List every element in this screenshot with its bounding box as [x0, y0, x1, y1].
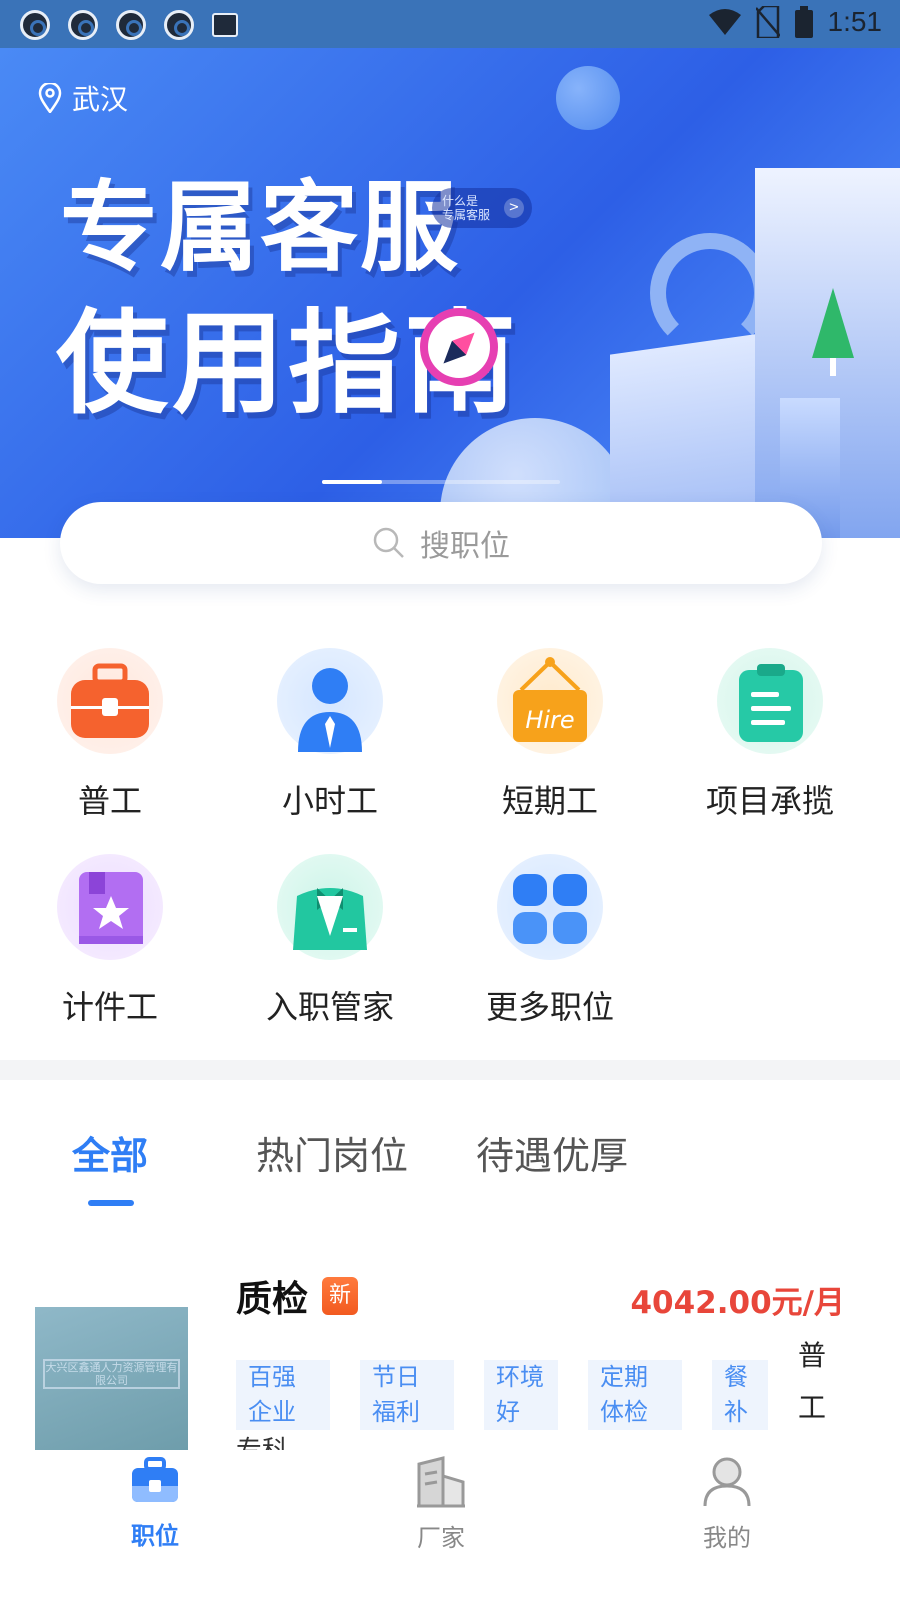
tab-all[interactable]: 全部 [72, 1125, 148, 1180]
search-icon [373, 527, 404, 558]
nav-label: 厂家 [417, 1524, 465, 1552]
category-label: 短期工 [501, 782, 598, 820]
tab-hot-positions[interactable]: 热门岗位 [256, 1125, 408, 1180]
banner-chip-text: 什么是 专属客服 [442, 194, 491, 222]
job-type: 普工 [798, 1339, 827, 1424]
nav-mine[interactable]: 我的 [667, 1456, 787, 1553]
job-tag: 环境好 [484, 1360, 558, 1430]
location-selector[interactable]: 武汉 [38, 78, 128, 118]
tab-good-benefits[interactable]: 待遇优厚 [476, 1125, 628, 1180]
nav-jobs[interactable]: 职位 [95, 1456, 215, 1551]
location-pin-icon [38, 83, 62, 113]
user-icon [703, 1457, 751, 1507]
clock: 1:51 [827, 6, 883, 37]
banner-title-line1: 专属客服 [60, 171, 461, 285]
briefcase-icon [132, 1457, 178, 1502]
category-label: 小时工 [281, 782, 378, 820]
app-notification-icon [164, 10, 194, 40]
app-notification-icon [20, 10, 50, 40]
no-sim-icon [755, 6, 780, 38]
section-divider [0, 1060, 900, 1080]
category-label: 更多职位 [485, 988, 614, 1026]
app-notification-icon [68, 10, 98, 40]
job-tag: 定期体检 [588, 1360, 682, 1430]
nav-label: 我的 [703, 1524, 751, 1552]
hire-sign-icon: Hire [513, 657, 587, 742]
company-logo: 大兴区鑫通人力资源管理有限公司 [35, 1307, 188, 1450]
job-tag: 餐补 [712, 1360, 768, 1430]
bottom-navigation: 职位 厂家 我的 [0, 1450, 900, 1600]
carousel-indicator [322, 480, 560, 484]
nav-factories[interactable]: 厂家 [381, 1456, 501, 1553]
job-tag: 节日福利 [360, 1360, 454, 1430]
promo-banner[interactable]: 武汉 专属客服 什么是 专属客服 > 使用指南 [0, 48, 900, 538]
wifi-icon [708, 9, 741, 35]
job-search-bar[interactable]: 搜职位 [60, 502, 822, 584]
category-short-term-worker[interactable]: Hire 短期工 [440, 648, 660, 822]
banner-info-chip[interactable]: 什么是 专属客服 > [432, 188, 532, 228]
compass-icon [420, 308, 498, 386]
grid-icon [513, 874, 587, 944]
svg-text:Hire: Hire [525, 706, 574, 734]
category-label: 普工 [77, 782, 142, 820]
category-label: 计件工 [61, 988, 158, 1026]
star-book-icon [79, 872, 143, 944]
battery-icon [794, 6, 813, 38]
new-badge: 新 [322, 1277, 358, 1315]
tree-icon [812, 288, 854, 376]
chevron-right-icon: > [504, 198, 524, 218]
butler-icon [293, 888, 367, 950]
category-general-worker[interactable]: 普工 [0, 648, 220, 822]
category-piece-worker[interactable]: 计件工 [0, 854, 220, 1028]
nav-label: 职位 [131, 1522, 179, 1550]
toolbox-icon [71, 663, 149, 738]
decor-bubble [556, 66, 620, 130]
job-salary: 4042.00元/月 [630, 1285, 845, 1321]
app-notification-icon [116, 10, 146, 40]
category-onboarding-butler[interactable]: 入职管家 [220, 854, 440, 1028]
category-label: 入职管家 [265, 988, 394, 1026]
building-icon [417, 1456, 465, 1508]
job-tag: 百强企业 [236, 1360, 330, 1430]
company-logo-text: 大兴区鑫通人力资源管理有限公司 [43, 1359, 180, 1389]
clipboard-icon [739, 664, 803, 742]
status-bar: 1:51 [0, 0, 900, 48]
image-icon [212, 13, 238, 37]
person-icon [298, 668, 362, 752]
category-hourly-worker[interactable]: 小时工 [220, 648, 440, 822]
category-label: 项目承揽 [705, 782, 834, 820]
job-education: 专科 [236, 1436, 288, 1450]
job-title: 质检 [236, 1279, 309, 1320]
category-project-contract[interactable]: 项目承揽 [660, 648, 880, 822]
search-placeholder: 搜职位 [420, 529, 510, 564]
location-label: 武汉 [72, 83, 129, 116]
category-more-jobs[interactable]: 更多职位 [440, 854, 660, 1028]
active-tab-indicator [88, 1200, 134, 1206]
